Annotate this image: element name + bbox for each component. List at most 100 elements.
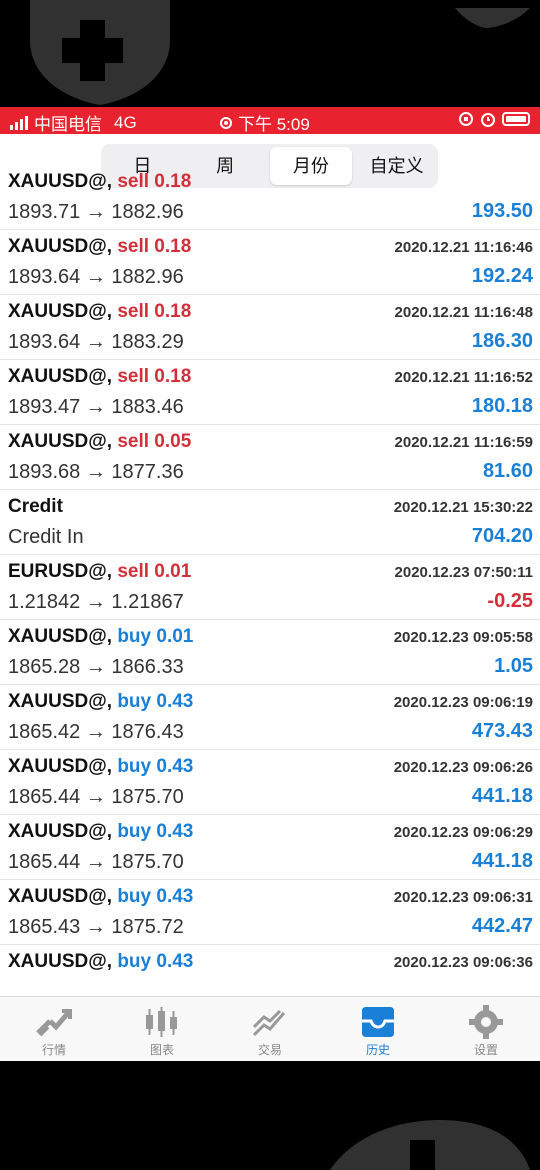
- symbol-label: XAUUSD@,: [8, 366, 113, 387]
- trade-time: 2020.12.21 11:16:48: [394, 304, 533, 321]
- profit-value: 704.20: [471, 525, 533, 547]
- trade-time: 2020.12.23 09:05:58: [393, 629, 533, 646]
- price-range: 1893.68 → 1877.36: [8, 461, 184, 483]
- trade-row[interactable]: XAUUSD@, sell 0.18 1893.71 → 1882.96 193…: [0, 165, 540, 230]
- price-range: 1865.42 → 1876.43: [8, 721, 184, 743]
- profit-value: 186.30: [471, 330, 533, 352]
- symbol-label: XAUUSD@,: [8, 886, 113, 907]
- tab-history[interactable]: 历史: [324, 997, 432, 1061]
- tab-chart[interactable]: 图表: [108, 997, 216, 1061]
- price-range: 1893.64 → 1882.96: [8, 266, 184, 288]
- battery-icon: [502, 112, 530, 126]
- tab-chart-label: 图表: [149, 1043, 174, 1057]
- price-range: 1893.64 → 1883.29: [8, 331, 184, 353]
- action-label: buy 0.43: [117, 821, 194, 842]
- action-label: buy 0.43: [117, 691, 194, 712]
- profit-value: 1.05: [494, 655, 533, 677]
- alarm-icon: [481, 113, 495, 127]
- action-label: sell 0.18: [117, 301, 192, 322]
- price-range: 1865.28 → 1866.33: [8, 656, 184, 678]
- tab-trade[interactable]: 交易: [216, 997, 324, 1061]
- clock-time: 下午 5:09: [238, 115, 310, 134]
- action-label: sell 0.05: [117, 431, 192, 452]
- price-range: 1893.47 → 1883.46: [8, 396, 184, 418]
- trade-row[interactable]: XAUUSD@, sell 0.05 2020.12.21 11:16:59 1…: [0, 425, 540, 490]
- action-label: buy 0.01: [117, 626, 194, 647]
- price-range: 1865.43 → 1875.72: [8, 916, 184, 938]
- tab-quotes-label: 行情: [41, 1043, 66, 1057]
- tab-settings-label: 设置: [473, 1043, 498, 1057]
- tab-trade-label: 交易: [257, 1043, 282, 1057]
- price-range: 1893.71 → 1882.96: [8, 201, 184, 223]
- trade-row[interactable]: XAUUSD@, buy 0.43 2020.12.23 09:06:26 18…: [0, 750, 540, 815]
- profit-value: 180.18: [471, 395, 533, 417]
- profit-value: 441.18: [471, 785, 533, 807]
- rotation-lock-icon: [459, 112, 473, 126]
- screen-record-icon: [220, 116, 232, 129]
- history-screen: 日 周 月份 自定义 XAUUSD@, sell 0.18 1893.71 → …: [0, 134, 540, 1061]
- trade-time: 2020.12.23 09:06:19: [393, 694, 533, 711]
- price-range: 1865.44 → 1875.70: [8, 786, 184, 808]
- credit-description: Credit In: [8, 526, 84, 548]
- trade-time: 2020.12.23 09:06:29: [393, 824, 533, 841]
- profit-value: 193.50: [471, 200, 533, 222]
- credit-row[interactable]: Credit 2020.12.21 15:30:22 Credit In 704…: [0, 490, 540, 555]
- symbol-label: XAUUSD@,: [8, 821, 113, 842]
- action-label: sell 0.18: [117, 236, 192, 257]
- bottom-tab-bar: 行情 图表 交易 历史 设置: [0, 996, 540, 1061]
- watermark-shield-icon: [455, 8, 530, 28]
- profit-value: 441.18: [471, 850, 533, 872]
- trade-row[interactable]: XAUUSD@, buy 0.43 2020.12.23 09:06:19 18…: [0, 685, 540, 750]
- chart-icon: [146, 1007, 177, 1037]
- profit-value: -0.25: [487, 590, 533, 612]
- trade-time: 2020.12.23 09:06:26: [393, 759, 533, 776]
- profit-value: 192.24: [471, 265, 533, 287]
- symbol-label: XAUUSD@,: [8, 431, 113, 452]
- trade-time: 2020.12.21 11:16:59: [394, 434, 533, 451]
- trade-row[interactable]: XAUUSD@, sell 0.18 2020.12.21 11:16:52 1…: [0, 360, 540, 425]
- profit-value: 473.43: [471, 720, 533, 742]
- trade-row[interactable]: XAUUSD@, sell 0.18 2020.12.21 11:16:46 1…: [0, 230, 540, 295]
- trade-row[interactable]: EURUSD@, sell 0.01 2020.12.23 07:50:11 1…: [0, 555, 540, 620]
- tab-settings[interactable]: 设置: [432, 997, 540, 1061]
- trade-time: 2020.12.21 11:16:52: [394, 369, 533, 386]
- price-range: 1865.44 → 1875.70: [8, 851, 184, 873]
- symbol-label: Credit: [8, 496, 63, 517]
- symbol-label: EURUSD@,: [8, 561, 113, 582]
- carrier-label: 中国电信: [34, 115, 102, 134]
- price-range: 1.21842 → 1.21867: [8, 591, 184, 613]
- trade-icon: [252, 1009, 286, 1037]
- action-label: buy 0.43: [117, 756, 194, 777]
- network-label: 4G: [114, 112, 137, 132]
- quotes-icon: [36, 1009, 72, 1037]
- trade-time: 2020.12.23 09:06:36: [393, 954, 533, 971]
- symbol-label: XAUUSD@,: [8, 756, 113, 777]
- settings-icon: [469, 1005, 503, 1039]
- action-label: sell 0.18: [117, 366, 192, 387]
- symbol-label: XAUUSD@,: [8, 691, 113, 712]
- profit-value: 442.47: [471, 915, 533, 937]
- tab-quotes[interactable]: 行情: [0, 997, 108, 1061]
- symbol-label: XAUUSD@,: [8, 951, 113, 972]
- trade-row[interactable]: XAUUSD@, buy 0.43 2020.12.23 09:06:29 18…: [0, 815, 540, 880]
- trade-row[interactable]: XAUUSD@, buy 0.01 2020.12.23 09:05:58 18…: [0, 620, 540, 685]
- trade-time: 2020.12.21 15:30:22: [393, 499, 533, 516]
- action-label: sell 0.01: [117, 561, 192, 582]
- trade-row[interactable]: XAUUSD@, buy 0.43 2020.12.23 09:06:31 18…: [0, 880, 540, 945]
- symbol-label: XAUUSD@,: [8, 301, 113, 322]
- symbol-label: XAUUSD@,: [8, 626, 113, 647]
- status-bar: 中国电信 4G 下午 5:09: [0, 107, 540, 134]
- trade-time: 2020.12.23 09:06:31: [393, 889, 533, 906]
- trade-time: 2020.12.23 07:50:11: [394, 564, 533, 581]
- action-label: sell 0.18: [117, 171, 192, 192]
- trade-time: 2020.12.21 11:16:46: [394, 239, 533, 256]
- action-label: buy 0.43: [117, 886, 194, 907]
- symbol-label: XAUUSD@,: [8, 171, 113, 192]
- watermark-shield-icon: [30, 0, 170, 105]
- trade-row[interactable]: XAUUSD@, sell 0.18 2020.12.21 11:16:48 1…: [0, 295, 540, 360]
- profit-value: 81.60: [482, 460, 533, 482]
- symbol-label: XAUUSD@,: [8, 236, 113, 257]
- signal-icon: [10, 115, 28, 130]
- action-label: buy 0.43: [117, 951, 194, 972]
- tab-history-label: 历史: [365, 1043, 390, 1057]
